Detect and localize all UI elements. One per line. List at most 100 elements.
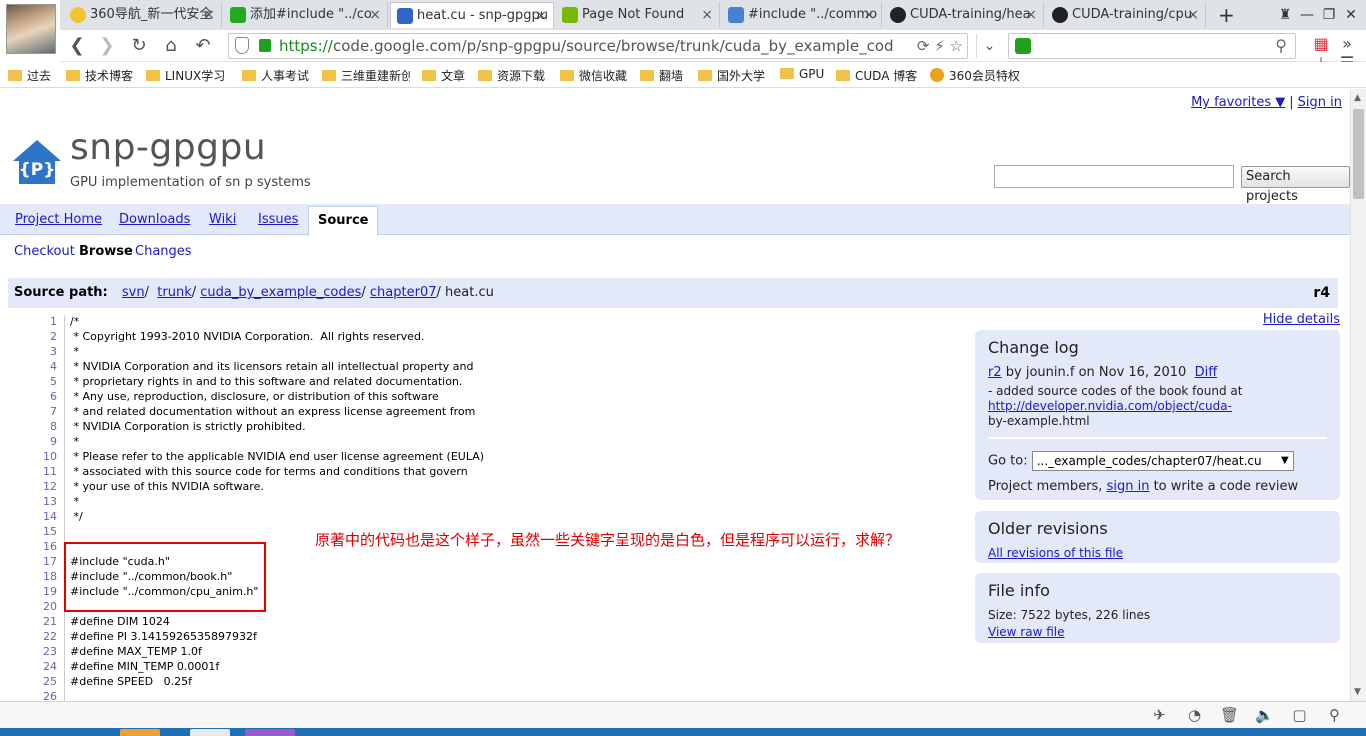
undo-close-button[interactable]: ↶ (190, 34, 216, 58)
close-tab-icon[interactable]: × (1025, 2, 1037, 28)
close-tab-icon[interactable]: × (535, 3, 547, 28)
bookmark-folder[interactable]: CUDA 博客 (836, 67, 917, 84)
line-number[interactable]: 15 (0, 525, 57, 538)
search-engine-icon[interactable] (1015, 38, 1031, 54)
scrollbar-thumb[interactable] (1353, 109, 1364, 199)
browser-tab[interactable]: CUDA-training/hea × (884, 2, 1044, 28)
line-number[interactable]: 9 (0, 435, 57, 448)
all-revisions-link[interactable]: All revisions of this file (988, 546, 1123, 560)
line-number[interactable]: 7 (0, 405, 57, 418)
search-icon[interactable]: ⚲ (1275, 36, 1287, 55)
security-shield-icon[interactable] (235, 37, 249, 54)
close-tab-icon[interactable]: × (369, 2, 381, 28)
browser-tab[interactable]: #include "../commo × (722, 2, 882, 28)
revision-link[interactable]: r2 (988, 365, 1002, 380)
line-number[interactable]: 18 (0, 570, 57, 583)
page-scrollbar[interactable]: ▲ ▼ (1350, 89, 1366, 701)
browser-tab[interactable]: Page Not Found × (556, 2, 720, 28)
line-number[interactable]: 19 (0, 585, 57, 598)
line-number[interactable]: 13 (0, 495, 57, 508)
taskbar-app[interactable] (120, 729, 160, 736)
close-window-icon[interactable]: ✕ (1340, 2, 1362, 28)
view-raw-file-link[interactable]: View raw file (988, 625, 1064, 639)
code-review-sign-in-link[interactable]: sign in (1107, 479, 1150, 494)
bookmark-folder[interactable]: 人事考试 (242, 67, 309, 84)
line-number[interactable]: 1 (0, 315, 57, 328)
browser-tab[interactable]: 360导航_新一代安全 × (64, 2, 222, 28)
speed-mode-icon[interactable]: ⚡ (934, 37, 945, 55)
browser-tab[interactable]: CUDA-training/cpu × (1046, 2, 1206, 28)
skin-icon[interactable]: ♜ (1274, 2, 1296, 28)
browser-doctor-icon[interactable]: ◔ (1177, 706, 1212, 724)
bookmark-folder[interactable]: GPU (780, 67, 824, 81)
project-search-input[interactable] (994, 165, 1234, 188)
close-tab-icon[interactable]: × (1187, 2, 1199, 28)
bookmark-folder[interactable]: 国外大学 (698, 67, 765, 84)
hide-details-link[interactable]: Hide details (1263, 312, 1340, 327)
pin-icon[interactable]: ✈ (1142, 706, 1177, 724)
nvidia-url-link[interactable]: http://developer.nvidia.com/object/cuda- (988, 399, 1232, 413)
line-number[interactable]: 2 (0, 330, 57, 343)
apps-icon[interactable]: ▦ (1308, 34, 1334, 53)
window-icon[interactable]: ▢ (1282, 706, 1317, 724)
taskbar-app[interactable] (190, 729, 230, 736)
path-svn[interactable]: svn (122, 285, 145, 300)
zoom-icon[interactable]: ⚲ (1317, 706, 1352, 724)
new-tab-button[interactable]: + (1218, 2, 1235, 28)
search-projects-button[interactable]: Search projects (1241, 166, 1350, 204)
tab-issues[interactable]: Issues (258, 212, 298, 227)
line-number[interactable]: 10 (0, 450, 57, 463)
line-number[interactable]: 6 (0, 390, 57, 403)
bookmark-folder[interactable]: 文章 (422, 67, 465, 84)
bookmark-folder[interactable]: 资源下载 (478, 67, 545, 84)
bookmark-folder[interactable]: 过去 (8, 67, 51, 84)
star-icon[interactable]: ☆ (950, 37, 963, 55)
goto-file-select[interactable]: ..._example_codes/chapter07/heat.cu ▼ (1031, 451, 1294, 471)
path-cuda-by-example[interactable]: cuda_by_example_codes (200, 285, 361, 300)
line-number[interactable]: 20 (0, 600, 57, 613)
home-button[interactable]: ⌂ (158, 34, 184, 58)
scroll-down-icon[interactable]: ▼ (1354, 687, 1361, 697)
line-number[interactable]: 22 (0, 630, 57, 643)
line-number[interactable]: 16 (0, 540, 57, 553)
tab-downloads[interactable]: Downloads (119, 212, 190, 227)
subtab-browse[interactable]: Browse (79, 244, 133, 259)
line-number[interactable]: 3 (0, 345, 57, 358)
sign-in-link[interactable]: Sign in (1298, 95, 1342, 110)
reload-button[interactable]: ↻ (126, 34, 152, 58)
diff-link[interactable]: Diff (1195, 365, 1218, 380)
tab-project-home[interactable]: Project Home (15, 212, 102, 227)
bookmark-folder[interactable]: 微信收藏 (560, 67, 627, 84)
tab-source[interactable]: Source (308, 206, 379, 236)
address-bar[interactable]: https:// code.google.com/p/snp-gpgpu/sou… (228, 33, 968, 59)
bookmark-folder[interactable]: LINUX学习 (146, 67, 225, 84)
my-favorites-link[interactable]: My favorites ▼ (1191, 95, 1285, 110)
forward-button[interactable]: ❯ (94, 34, 120, 58)
line-number[interactable]: 26 (0, 690, 57, 701)
close-tab-icon[interactable]: × (701, 2, 713, 28)
tab-wiki[interactable]: Wiki (209, 212, 236, 227)
minimize-icon[interactable]: — (1296, 2, 1318, 28)
line-number[interactable]: 24 (0, 660, 57, 673)
user-avatar[interactable] (6, 4, 56, 54)
close-tab-icon[interactable]: × (863, 2, 875, 28)
bookmark-link[interactable]: 360会员特权 (930, 67, 1020, 84)
subtab-changes[interactable]: Changes (135, 244, 192, 259)
project-name[interactable]: snp-gpgpu (70, 127, 266, 168)
compat-mode-icon[interactable]: ⟳ (917, 37, 930, 55)
path-trunk[interactable]: trunk (157, 285, 191, 300)
line-number[interactable]: 5 (0, 375, 57, 388)
line-number[interactable]: 11 (0, 465, 57, 478)
bookmark-folder[interactable]: 三维重建新创 (322, 67, 410, 84)
bookmark-folder[interactable]: 翻墙 (640, 67, 683, 84)
line-number[interactable]: 21 (0, 615, 57, 628)
back-button[interactable]: ❮ (64, 34, 90, 58)
line-number[interactable]: 4 (0, 360, 57, 373)
search-box[interactable]: ⚲ (1008, 33, 1296, 59)
line-number[interactable]: 17 (0, 555, 57, 568)
maximize-icon[interactable]: ❐ (1318, 2, 1340, 28)
bookmark-folder[interactable]: 技术博客 (66, 67, 133, 84)
line-number[interactable]: 12 (0, 480, 57, 493)
line-number[interactable]: 25 (0, 675, 57, 688)
sound-icon[interactable]: 🔈 (1247, 706, 1282, 724)
